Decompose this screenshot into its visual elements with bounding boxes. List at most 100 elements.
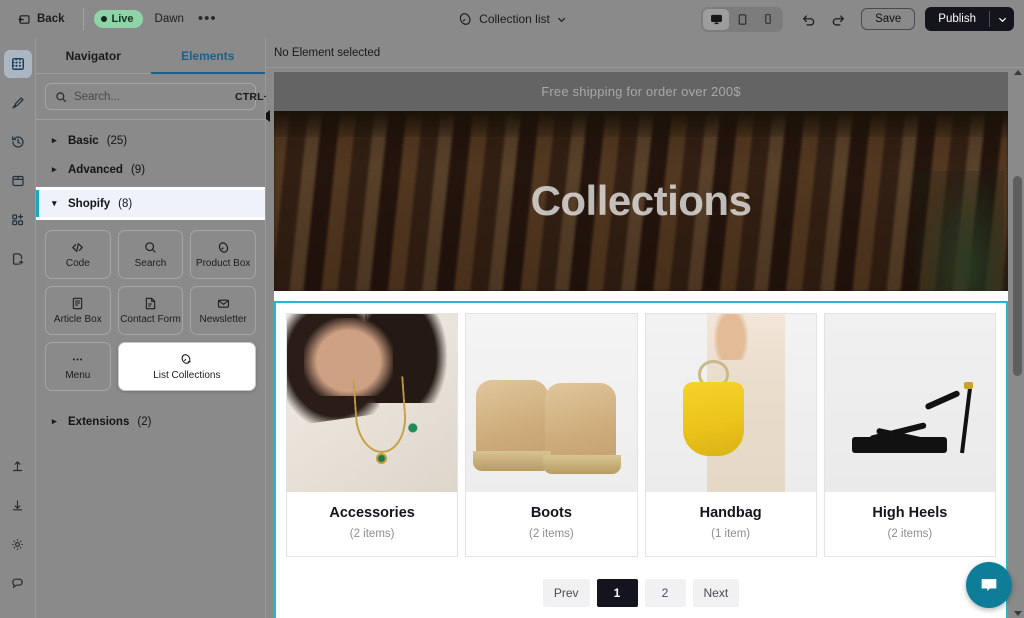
live-status-badge: Live [93, 10, 143, 28]
category-basic[interactable]: ▸ Basic (25) [36, 126, 265, 155]
undo-button[interactable] [795, 7, 821, 31]
collection-image-boots [466, 314, 637, 492]
collection-card-body: Boots (2 items) [466, 492, 636, 556]
canvas-scrollbar[interactable] [1013, 68, 1022, 618]
device-mobile-button[interactable] [755, 9, 781, 30]
search-box[interactable]: CTRL+K [45, 83, 278, 110]
image-detail [352, 376, 409, 455]
device-desktop-button[interactable] [703, 8, 730, 30]
canvas-column: No Element selected Free shipping for or… [266, 38, 1024, 618]
back-button-label: Back [37, 13, 65, 25]
page-add-icon[interactable] [4, 245, 32, 273]
collection-title: Boots [530, 505, 572, 521]
category-extensions[interactable]: ▸ Extensions (2) [36, 407, 265, 436]
live-dot-icon [100, 16, 107, 22]
pagination-next[interactable]: Next [692, 579, 740, 607]
feedback-chat-icon[interactable] [4, 569, 32, 597]
collection-image-accessories [287, 314, 458, 492]
selection-status-label: No Element selected [274, 46, 381, 59]
theme-editor-app: Back Live Dawn ••• Collection list Save … [0, 0, 1024, 618]
back-button[interactable]: Back [10, 9, 73, 30]
editor-body: Navigator Elements CTRL+K ▸ Bas [0, 38, 1024, 618]
collection-title: High Heels [872, 505, 948, 521]
category-basic-label: Basic [68, 134, 99, 147]
top-bar: Back Live Dawn ••• Collection list Save … [0, 0, 1024, 38]
paint-brush-icon[interactable] [4, 89, 32, 117]
category-advanced-label: Advanced [68, 163, 123, 176]
selection-status-bar: No Element selected [266, 38, 1024, 68]
element-tile-search-label: Search [134, 258, 167, 269]
package-icon[interactable] [4, 167, 32, 195]
upload-icon[interactable] [4, 452, 32, 480]
apps-add-icon[interactable] [4, 206, 32, 234]
scroll-down-arrow-icon[interactable] [1014, 611, 1022, 616]
save-button[interactable]: Save [861, 8, 916, 30]
chat-bubble-icon [978, 574, 1000, 596]
hero-banner: Collections [274, 111, 1008, 291]
tab-elements[interactable]: Elements [150, 38, 266, 74]
panel-tabs: Navigator Elements [36, 38, 265, 74]
scroll-up-arrow-icon[interactable] [1014, 70, 1022, 75]
image-detail [960, 381, 974, 454]
collection-card[interactable]: Boots (2 items) [465, 313, 638, 557]
theme-more-button[interactable]: ••• [198, 11, 217, 26]
theme-name-label: Dawn [154, 13, 184, 25]
publish-dropdown-button[interactable] [990, 7, 1014, 31]
article-box-icon [70, 296, 85, 311]
top-bar-left: Back Live Dawn ••• [0, 8, 217, 30]
elements-panel: Navigator Elements CTRL+K ▸ Bas [36, 38, 278, 618]
search-input[interactable] [74, 90, 228, 103]
category-shopify-count: (8) [118, 197, 133, 210]
element-tile-list-collections[interactable]: List Collections [117, 342, 256, 391]
list-collections-widget[interactable]: Accessories (2 items) Boots (2 items) Ha… [266, 110, 1008, 618]
pagination: Prev 1 2 Next [286, 579, 996, 607]
image-detail [544, 383, 617, 466]
element-tile-search[interactable]: Search [117, 230, 184, 279]
canvas-scrollbar-thumb[interactable] [1013, 176, 1022, 376]
element-tile-article-box[interactable]: Article Box [45, 286, 111, 335]
chevron-right-icon: ▸ [52, 135, 57, 145]
category-advanced[interactable]: ▸ Advanced (9) [36, 155, 265, 184]
product-box-icon [216, 240, 231, 255]
code-icon [70, 240, 85, 255]
chat-launcher-button[interactable] [966, 562, 1012, 608]
top-bar-divider [82, 8, 84, 30]
category-basic-count: (25) [106, 134, 128, 147]
collection-card[interactable]: Handbag (1 item) [644, 313, 817, 557]
search-icon [55, 91, 67, 103]
tab-navigator[interactable]: Navigator [36, 38, 151, 73]
device-tablet-button[interactable] [729, 9, 755, 30]
list-collections-icon [179, 352, 194, 367]
hero-title: Collections [530, 177, 752, 224]
publish-button[interactable]: Publish [925, 7, 989, 31]
collection-title: Handbag [699, 505, 762, 521]
download-icon[interactable] [4, 491, 32, 519]
pagination-page-1[interactable]: 1 [596, 579, 638, 607]
collection-card[interactable]: Accessories (2 items) [286, 313, 459, 557]
element-tile-menu[interactable]: Menu [45, 342, 111, 391]
collection-card[interactable]: High Heels (2 items) [823, 313, 996, 557]
element-tile-contact-form[interactable]: Contact Form [117, 286, 184, 335]
chevron-down-icon [557, 15, 566, 24]
pagination-prev[interactable]: Prev [542, 579, 590, 607]
element-tile-product-box[interactable]: Product Box [190, 230, 256, 279]
image-detail [851, 436, 948, 453]
element-tile-newsletter[interactable]: Newsletter [190, 286, 256, 335]
history-icon[interactable] [4, 128, 32, 156]
device-preview-group [701, 6, 784, 32]
page-selector[interactable]: Collection list [458, 12, 566, 26]
category-shopify[interactable]: ▾ Shopify (8) [36, 190, 265, 217]
element-tile-newsletter-label: Newsletter [199, 314, 247, 325]
pagination-page-2[interactable]: 2 [644, 579, 686, 607]
collection-image-handbag [645, 314, 816, 492]
layers-icon[interactable] [3, 50, 32, 78]
image-detail [375, 452, 387, 464]
canvas-viewport[interactable]: Free shipping for order over 200$ Collec… [266, 68, 1024, 618]
image-detail [473, 451, 552, 471]
redo-button[interactable] [825, 7, 851, 31]
menu-dots-icon [70, 352, 85, 367]
selection-handle-arrow-icon[interactable] [266, 110, 270, 122]
settings-gear-icon[interactable] [4, 530, 32, 558]
element-tile-code[interactable]: Code [45, 230, 111, 279]
announcement-bar-text: Free shipping for order over 200$ [541, 84, 741, 99]
